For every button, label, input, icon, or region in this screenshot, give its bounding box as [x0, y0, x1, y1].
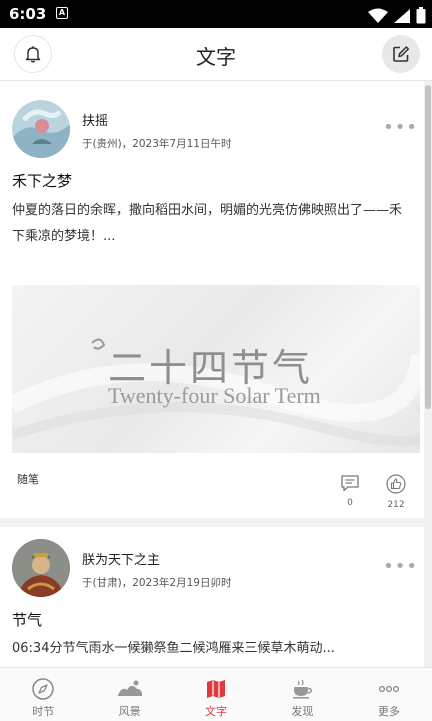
comment-button[interactable]: 0	[335, 474, 365, 508]
author-avatar[interactable]	[12, 100, 70, 158]
post-meta: 于(贵州)，2023年7月11日午时	[82, 138, 232, 150]
top-app-bar: 文字	[0, 28, 432, 81]
post-title[interactable]: 禾下之梦	[12, 170, 72, 191]
map-icon	[207, 680, 226, 698]
more-dots-icon	[378, 685, 399, 693]
compose-button[interactable]	[382, 35, 420, 73]
nav-label: 发现	[291, 705, 314, 718]
like-button[interactable]: 212	[381, 474, 411, 510]
author-avatar[interactable]	[12, 539, 70, 597]
like-count: 212	[387, 500, 405, 510]
post-title[interactable]: 节气	[12, 609, 42, 630]
status-time: 6:03	[9, 5, 47, 23]
author-name[interactable]: 扶摇	[82, 110, 108, 129]
author-name[interactable]: 朕为天下之主	[82, 549, 160, 568]
feed-scrollbar[interactable]	[424, 81, 432, 667]
nav-label: 时节	[32, 705, 55, 718]
more-options-icon[interactable]: •••	[383, 556, 418, 577]
scrollbar-thumb[interactable]	[425, 85, 431, 409]
nav-label: 文字	[205, 705, 228, 718]
comment-count: 0	[347, 498, 353, 508]
comment-icon	[341, 475, 359, 492]
landscape-icon	[117, 680, 142, 696]
more-options-icon[interactable]: •••	[383, 117, 418, 138]
bottom-navigation: 时节 风景 文字 发现 更多	[0, 667, 432, 721]
signal-icon	[393, 8, 410, 23]
post-excerpt[interactable]: 仲夏的落日的余晖，撒向稻田水间，明媚的光亮仿佛映照出了——禾下乘凉的梦境！...	[12, 198, 412, 250]
nav-item-shijie[interactable]: 时节	[0, 668, 86, 721]
post-card[interactable]: 朕为天下之主 于(甘肃)，2023年2月19日卯时 ••• 节气 06:34分节…	[0, 527, 424, 667]
cover-title-en: Twenty-four Solar Term	[108, 383, 321, 408]
thumbs-up-icon	[386, 474, 406, 494]
post-card[interactable]: 扶摇 于(贵州)，2023年7月11日午时 ••• 禾下之梦 仲夏的落日的余晖，…	[0, 81, 424, 518]
post-meta: 于(甘肃)，2023年2月19日卯时	[82, 577, 232, 589]
edit-icon	[393, 46, 410, 62]
nav-item-faxian[interactable]: 发现	[259, 668, 345, 721]
status-bar: 6:03 A	[0, 0, 432, 28]
post-excerpt[interactable]: 06:34分节气雨水一候獭祭鱼二候鸿雁来三候草木萌动...	[12, 636, 412, 662]
tea-cup-icon	[293, 679, 313, 699]
nav-label: 风景	[118, 705, 141, 718]
nav-item-wenzi[interactable]: 文字	[173, 668, 259, 721]
system-icons	[367, 5, 426, 24]
nav-label: 更多	[377, 705, 400, 718]
battery-icon	[416, 7, 426, 24]
nav-item-gengduo[interactable]: 更多	[346, 668, 432, 721]
notification-app-icon: A	[56, 7, 68, 19]
post-divider	[0, 518, 432, 527]
post-feed[interactable]: 扶摇 于(贵州)，2023年7月11日午时 ••• 禾下之梦 仲夏的落日的余晖，…	[0, 81, 432, 667]
compass-icon	[32, 678, 54, 700]
post-tag[interactable]: 随笔	[17, 471, 39, 487]
nav-item-fengjing[interactable]: 风景	[86, 668, 172, 721]
wifi-icon	[367, 8, 388, 23]
post-cover-image[interactable]: 二十四节气 Twenty-four Solar Term	[12, 285, 420, 453]
page-title: 文字	[196, 45, 236, 69]
